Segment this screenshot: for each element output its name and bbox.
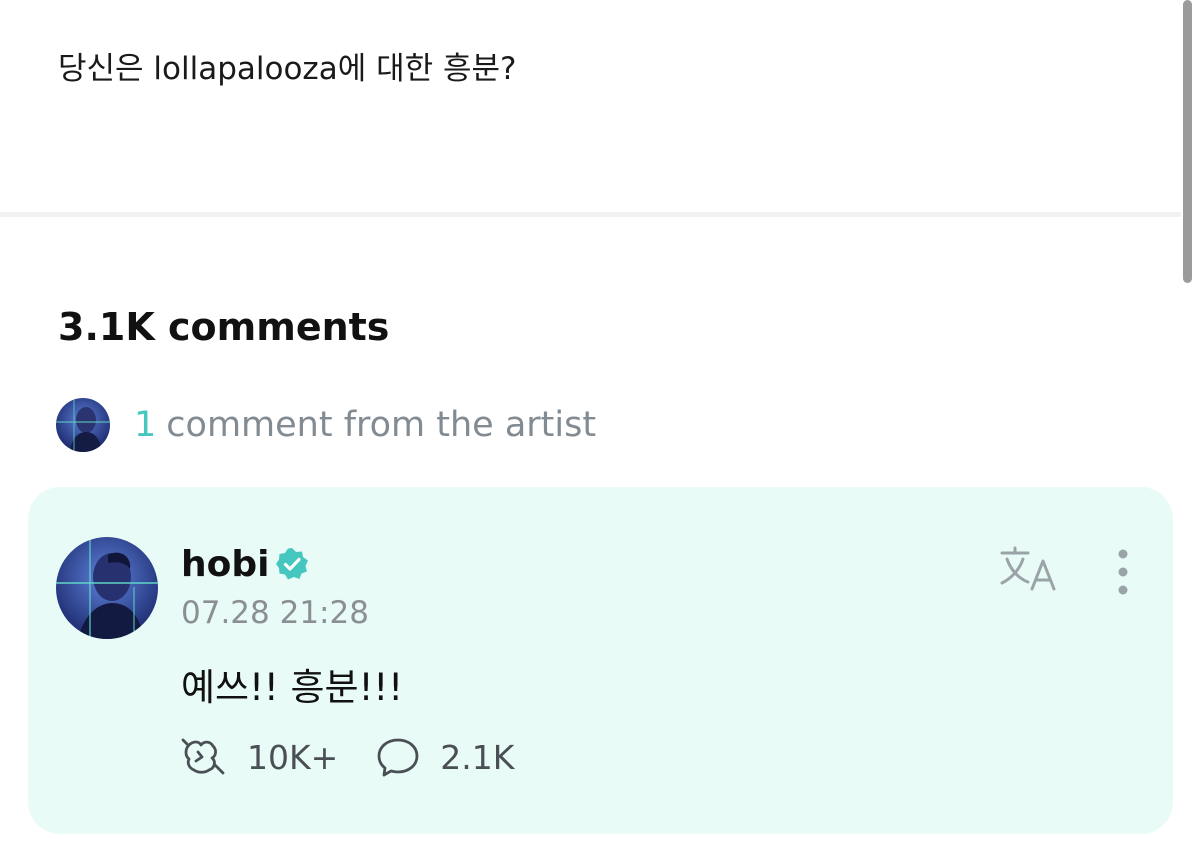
translate-button[interactable] — [998, 545, 1062, 595]
more-vertical-icon — [1118, 549, 1128, 595]
verified-badge-icon — [276, 548, 309, 580]
comment-body: 예쓰!! 흥분!!! — [181, 666, 404, 709]
post-text: 당신은 lollapalooza에 대한 흥분? — [58, 51, 517, 87]
commenter-username[interactable]: hobi — [181, 544, 269, 585]
comment-timestamp: 07.28 21:28 — [181, 595, 369, 631]
artist-avatar — [56, 398, 110, 452]
like-count: 10K+ — [247, 737, 339, 777]
comment-bubble-icon — [377, 738, 419, 777]
reply-button[interactable]: 2.1K — [376, 737, 514, 777]
commenter-avatar[interactable] — [56, 537, 158, 639]
commenter-header: hobi — [181, 541, 309, 587]
translate-icon — [1000, 546, 1056, 591]
scrollbar[interactable] — [1183, 0, 1192, 283]
reply-count: 2.1K — [440, 737, 515, 777]
section-divider — [0, 212, 1181, 217]
artist-comments-link[interactable]: 1 comment from the artist — [56, 398, 596, 452]
like-button[interactable]: 10K+ — [181, 737, 338, 777]
more-options-button[interactable] — [1108, 547, 1138, 597]
cheer-icon — [181, 738, 225, 775]
artist-comment-label: comment from the artist — [166, 405, 597, 445]
comments-count: 3.1K comments — [58, 305, 390, 349]
comment-stats: 10K+ 2.1K — [181, 733, 514, 781]
artist-comment-card: hobi 07.28 21:28 예쓰!! 흥분!!! 10K+ 2.1K — [28, 487, 1173, 834]
artist-comment-count: 1 — [134, 405, 157, 445]
post-detail-page: 당신은 lollapalooza에 대한 흥분? 3.1K comments 1… — [0, 0, 1200, 866]
